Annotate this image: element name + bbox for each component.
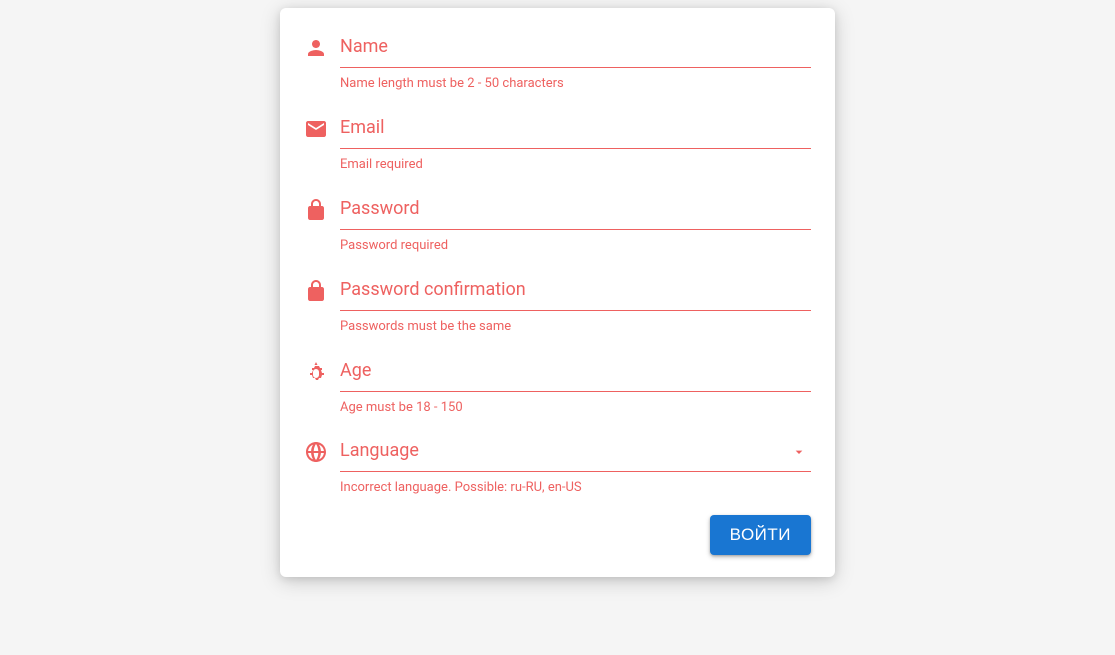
bug-icon [304,354,340,384]
password-input[interactable] [340,196,811,225]
password-field-row: Password Password required [304,192,811,255]
email-error: Email required [340,157,811,174]
email-field-row: Email Email required [304,111,811,174]
login-form-card: Name Name length must be 2 - 50 characte… [280,8,835,577]
email-icon [304,111,340,141]
name-field-row: Name Name length must be 2 - 50 characte… [304,30,811,93]
name-error: Name length must be 2 - 50 characters [340,76,811,93]
lock-icon [304,273,340,303]
password-error: Password required [340,238,811,255]
password-confirm-field-row: Password confirmation Passwords must be … [304,273,811,336]
email-input[interactable] [340,115,811,144]
age-input[interactable] [340,358,811,387]
language-input[interactable] [340,438,811,467]
language-error: Incorrect language. Possible: ru-RU, en-… [340,480,811,497]
language-field-row: Language Incorrect language. Possible: r… [304,434,811,497]
submit-button[interactable]: ВОЙТИ [710,515,811,555]
name-input[interactable] [340,34,811,63]
form-actions: ВОЙТИ [304,515,811,555]
age-error: Age must be 18 - 150 [340,400,811,417]
lock-icon [304,192,340,222]
password-confirm-error: Passwords must be the same [340,319,811,336]
globe-icon [304,434,340,464]
language-select[interactable]: Language [340,434,811,472]
person-icon [304,30,340,60]
password-confirm-input[interactable] [340,277,811,306]
age-field-row: Age Age must be 18 - 150 [304,354,811,417]
